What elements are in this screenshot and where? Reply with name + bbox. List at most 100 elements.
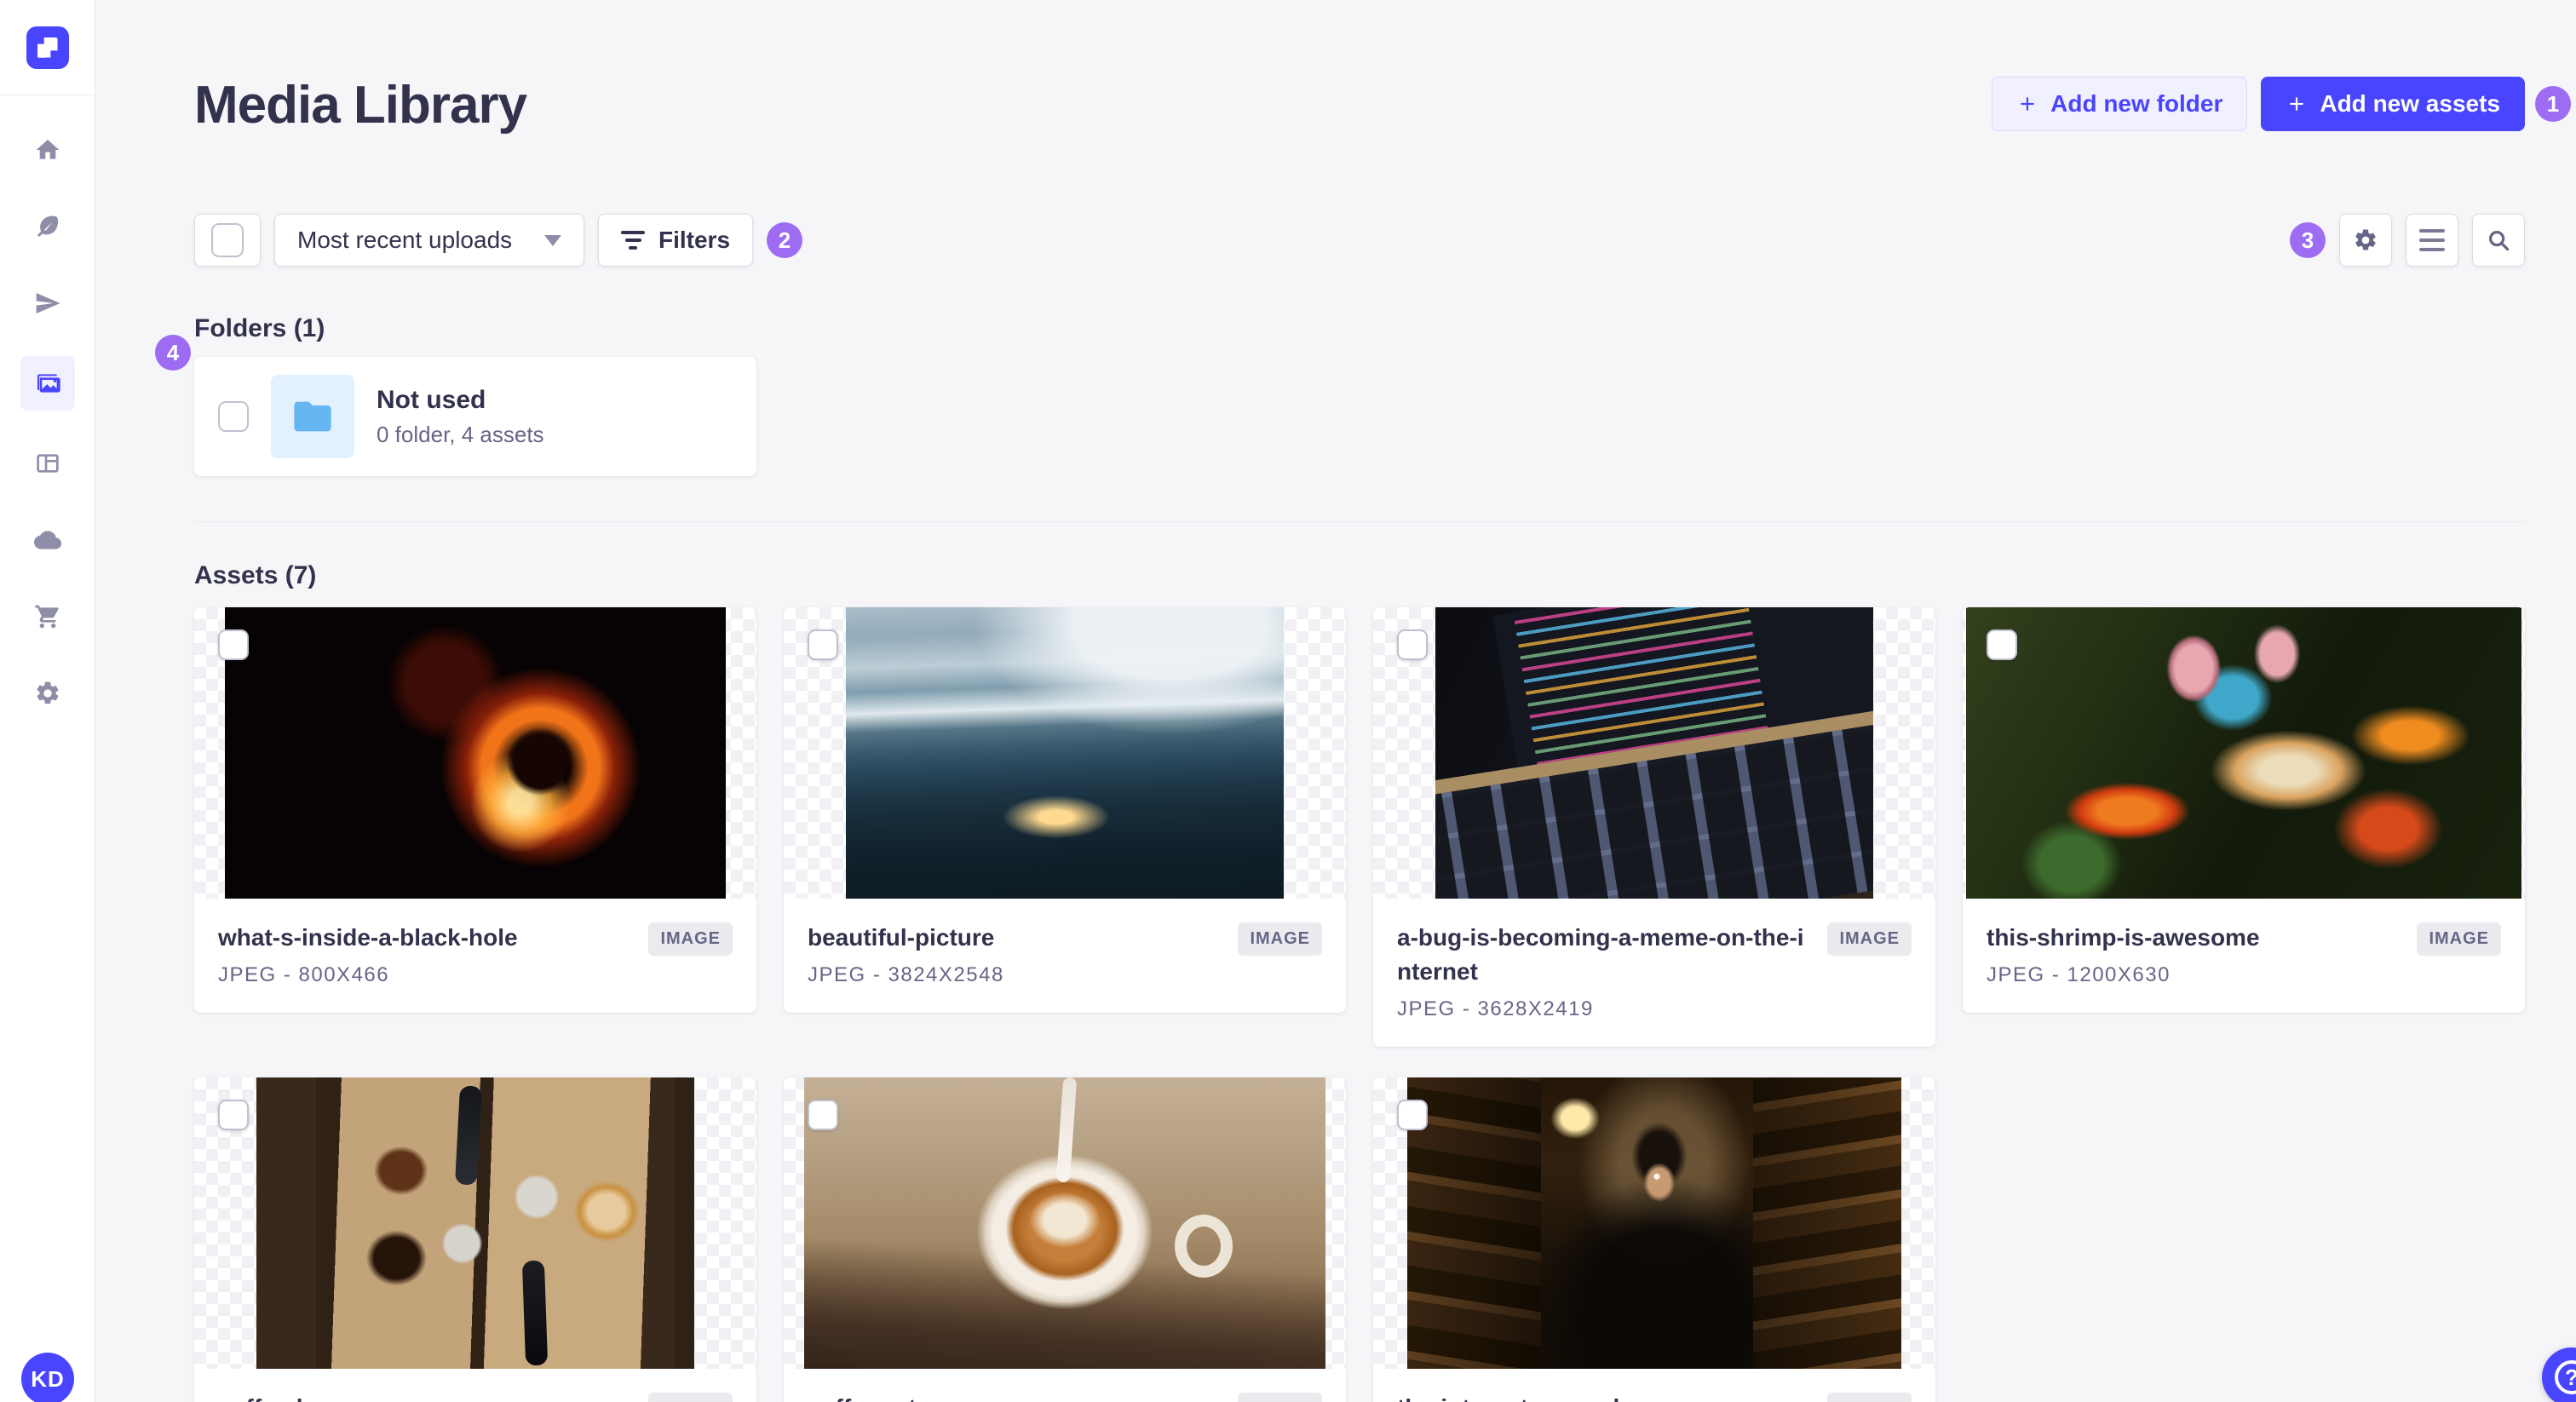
asset-info: coffee-art JPEG - 5824X3259 IMAGE (784, 1369, 1346, 1402)
add-new-folder-button[interactable]: Add new folder (1992, 77, 2248, 131)
sidebar-item-releases[interactable] (20, 279, 75, 327)
select-all-checkbox[interactable] (194, 214, 261, 267)
asset-card[interactable]: the-internet-s-own-boy JPEG - 1200X707 I… (1373, 1077, 1935, 1402)
folder-tile (271, 375, 354, 458)
annotation-badge-3: 3 (2290, 222, 2326, 258)
asset-thumbnail (784, 1077, 1346, 1369)
list-view-button[interactable] (2406, 214, 2458, 267)
asset-thumbnail (784, 607, 1346, 899)
home-icon (36, 140, 59, 159)
strapi-logo-icon[interactable] (26, 26, 69, 69)
filters-label: Filters (658, 227, 731, 253)
paper-plane-icon (36, 293, 60, 313)
section-divider (194, 521, 2525, 522)
sidebar-item-media-library[interactable] (20, 356, 75, 411)
sidebar: KD (0, 0, 95, 1402)
folder-icon (294, 401, 331, 432)
strapi-logo-glyph-shade (37, 49, 46, 58)
asset-checkbox[interactable] (1987, 629, 2017, 660)
sort-dropdown[interactable]: Most recent uploads (274, 214, 584, 267)
folder-texts: Not used 0 folder, 4 assets (377, 386, 544, 448)
asset-checkbox[interactable] (808, 1100, 838, 1130)
asset-info: beautiful-picture JPEG - 3824X2548 IMAGE (784, 899, 1346, 1013)
asset-checkbox[interactable] (1397, 629, 1428, 660)
sidebar-item-content-manager[interactable] (20, 203, 75, 250)
checkbox-icon (211, 223, 244, 257)
list-view-icon (2419, 229, 2445, 251)
sidebar-item-settings[interactable] (20, 669, 75, 717)
view-settings-button[interactable] (2339, 214, 2392, 267)
folders-heading: Folders (1) (194, 314, 325, 342)
add-new-folder-label: Add new folder (2050, 90, 2223, 117)
main-content: Media Library Add new folder Add new ass… (95, 0, 2576, 1402)
folder-name: Not used (377, 385, 486, 414)
app-root: KD Media Library Add new folder Add new … (0, 0, 2576, 1402)
add-new-assets-label: Add new assets (2320, 90, 2500, 117)
asset-checkbox[interactable] (1397, 1100, 1428, 1130)
sidebar-item-marketplace[interactable] (20, 593, 75, 641)
assets-toolbar: Most recent uploads Filters 2 3 (194, 214, 2525, 267)
asset-type-badge: IMAGE (1827, 1393, 1912, 1402)
asset-thumbnail (194, 1077, 756, 1369)
asset-title: coffee-art (808, 1391, 1004, 1402)
asset-thumbnail (1963, 607, 2525, 899)
asset-meta: JPEG - 3824X2548 (808, 963, 1004, 986)
asset-card[interactable]: coffee-beans JPEG - 5021X3347 IMAGE (194, 1077, 756, 1402)
gear-icon (37, 681, 58, 704)
asset-info: coffee-beans JPEG - 5021X3347 IMAGE (194, 1369, 756, 1402)
asset-card[interactable]: coffee-art JPEG - 5824X3259 IMAGE (784, 1077, 1346, 1402)
asset-image (225, 607, 726, 899)
asset-thumbnail (1373, 1077, 1935, 1369)
asset-checkbox[interactable] (808, 629, 838, 660)
asset-card[interactable]: a-bug-is-becoming-a-meme-on-the-internet… (1373, 607, 1935, 1047)
assets-grid: what-s-inside-a-black-hole JPEG - 800X46… (194, 607, 2525, 1402)
asset-checkbox[interactable] (218, 1100, 249, 1130)
asset-type-badge: IMAGE (1238, 1393, 1322, 1402)
sidebar-item-content-type-builder[interactable] (20, 440, 75, 487)
asset-checkbox[interactable] (218, 629, 249, 660)
user-avatar[interactable]: KD (21, 1353, 74, 1402)
asset-image (804, 1077, 1325, 1369)
asset-thumbnail (1373, 607, 1935, 899)
annotation-badge-4: 4 (155, 335, 191, 371)
sidebar-item-cloud[interactable] (20, 516, 75, 564)
asset-title: the-internet-s-own-boy (1397, 1391, 1655, 1402)
filters-button[interactable]: Filters (598, 214, 754, 267)
feather-icon (37, 215, 58, 237)
page-header: Media Library Add new folder Add new ass… (194, 0, 2571, 135)
asset-info: a-bug-is-becoming-a-meme-on-the-internet… (1373, 899, 1935, 1047)
question-mark-icon: ? (2555, 1360, 2576, 1394)
annotation-badge-1: 1 (2535, 86, 2571, 122)
plus-icon (2290, 97, 2303, 111)
logo-area (0, 0, 95, 95)
asset-meta: JPEG - 1200X630 (1987, 963, 2171, 986)
assets-section: Assets (7) what-s-inside-a-black-hole JP… (194, 561, 2525, 1402)
chevron-down-icon (544, 234, 561, 246)
asset-image (1966, 607, 2521, 899)
cloud-icon (33, 531, 61, 549)
folder-checkbox[interactable] (218, 401, 249, 432)
folder-card[interactable]: Not used 0 folder, 4 assets (194, 357, 756, 476)
asset-info: what-s-inside-a-black-hole JPEG - 800X46… (194, 899, 756, 1013)
asset-thumbnail (194, 607, 756, 899)
settings-icon (2355, 229, 2376, 250)
asset-title: a-bug-is-becoming-a-meme-on-the-internet (1397, 924, 1804, 985)
asset-type-badge: IMAGE (648, 1393, 733, 1402)
toolbar-left: Most recent uploads Filters 2 (194, 214, 803, 267)
add-new-assets-button[interactable]: Add new assets (2261, 77, 2525, 131)
plus-icon (2021, 97, 2034, 111)
search-button[interactable] (2472, 214, 2525, 267)
asset-card[interactable]: beautiful-picture JPEG - 3824X2548 IMAGE (784, 607, 1346, 1013)
asset-card[interactable]: what-s-inside-a-black-hole JPEG - 800X46… (194, 607, 756, 1013)
toolbar-right: 3 (2290, 214, 2525, 267)
asset-card[interactable]: this-shrimp-is-awesome JPEG - 1200X630 I… (1963, 607, 2525, 1013)
sidebar-item-home[interactable] (20, 126, 75, 174)
asset-meta: JPEG - 3628X2419 (1397, 997, 1594, 1020)
layout-icon (36, 454, 59, 473)
asset-info: the-internet-s-own-boy JPEG - 1200X707 I… (1373, 1369, 1935, 1402)
images-icon (37, 374, 60, 393)
asset-image (256, 1077, 694, 1369)
sort-dropdown-value: Most recent uploads (297, 227, 513, 253)
asset-title: what-s-inside-a-black-hole (218, 924, 518, 951)
header-actions: Add new folder Add new assets 1 (1992, 77, 2571, 131)
